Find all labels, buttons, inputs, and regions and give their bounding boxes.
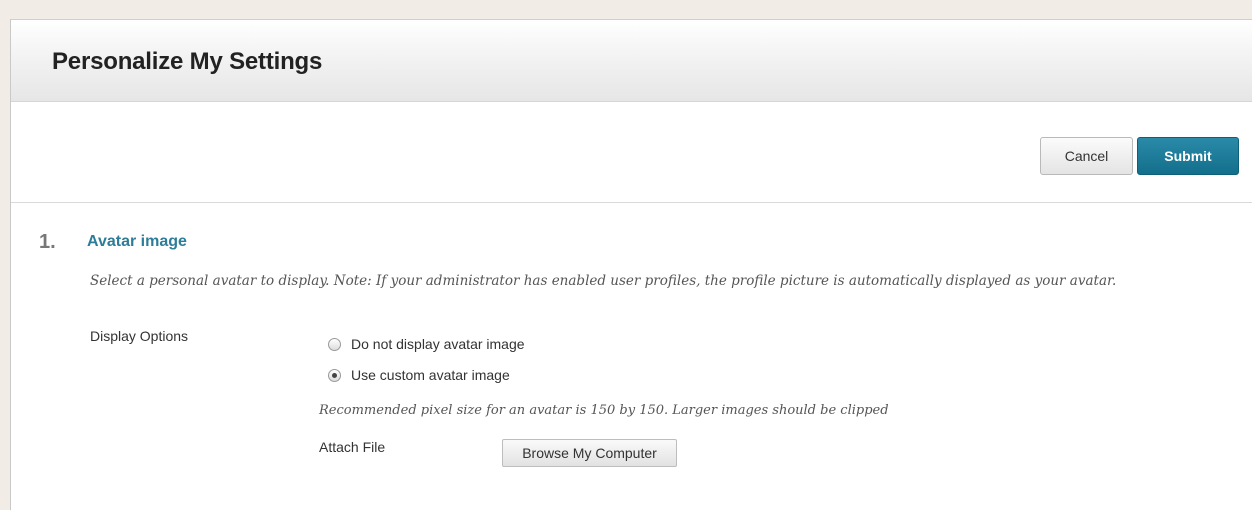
submit-button[interactable]: Submit <box>1137 137 1239 175</box>
display-options-label: Display Options <box>90 328 189 344</box>
avatar-size-hint: Recommended pixel size for an avatar is … <box>319 403 889 418</box>
page-header: Personalize My Settings <box>11 20 1252 102</box>
action-bar: Cancel Submit <box>11 102 1252 203</box>
radio-button-unchecked[interactable] <box>328 337 341 351</box>
radio-button-checked[interactable] <box>328 368 341 382</box>
radio-do-not-display[interactable]: Do not display avatar image <box>328 334 525 354</box>
radio-label: Do not display avatar image <box>351 336 525 352</box>
radio-label: Use custom avatar image <box>351 367 510 383</box>
browse-my-computer-button[interactable]: Browse My Computer <box>502 439 677 467</box>
page-title: Personalize My Settings <box>52 48 323 75</box>
section-instructions: Select a personal avatar to display. Not… <box>90 273 1117 289</box>
content-frame: Personalize My Settings Cancel Submit 1.… <box>10 19 1252 510</box>
section-title: Avatar image <box>87 233 187 250</box>
attach-file-label: Attach File <box>319 439 386 455</box>
cancel-button[interactable]: Cancel <box>1040 137 1133 175</box>
step-number: 1. <box>39 231 56 253</box>
radio-use-custom[interactable]: Use custom avatar image <box>328 365 510 385</box>
avatar-section: 1. Avatar image Select a personal avatar… <box>11 203 1252 509</box>
